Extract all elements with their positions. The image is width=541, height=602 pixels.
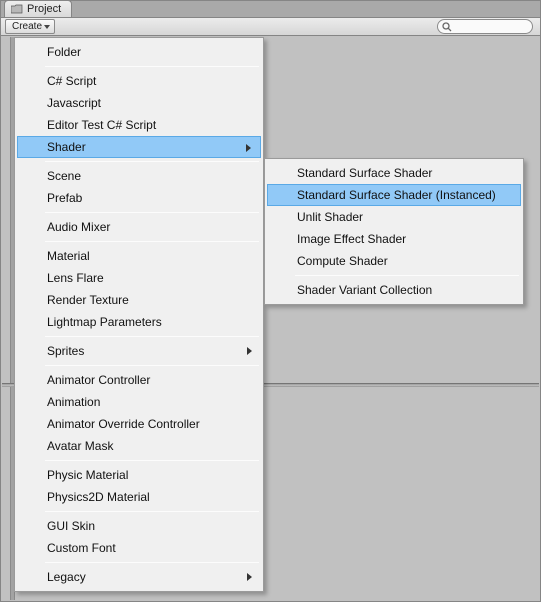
submenu-item-unlit-shader[interactable]: Unlit Shader [267, 206, 521, 228]
menu-separator [45, 212, 259, 213]
menu-item-custom-font[interactable]: Custom Font [17, 537, 261, 559]
toolbar: Create [1, 18, 540, 36]
menu-item-animator-controller[interactable]: Animator Controller [17, 369, 261, 391]
menu-item-csharp-script[interactable]: C# Script [17, 70, 261, 92]
menu-item-editor-test-script[interactable]: Editor Test C# Script [17, 114, 261, 136]
menu-separator [45, 460, 259, 461]
create-menu: Folder C# Script Javascript Editor Test … [14, 37, 264, 592]
menu-item-lightmap-parameters[interactable]: Lightmap Parameters [17, 311, 261, 333]
menu-item-lens-flare[interactable]: Lens Flare [17, 267, 261, 289]
tab-project[interactable]: Project [4, 0, 72, 17]
tab-label: Project [27, 3, 61, 15]
menu-item-animator-override-controller[interactable]: Animator Override Controller [17, 413, 261, 435]
menu-separator [45, 161, 259, 162]
menu-item-prefab[interactable]: Prefab [17, 187, 261, 209]
submenu-item-image-effect-shader[interactable]: Image Effect Shader [267, 228, 521, 250]
submenu-item-compute-shader[interactable]: Compute Shader [267, 250, 521, 272]
menu-item-physic-material[interactable]: Physic Material [17, 464, 261, 486]
menu-item-scene[interactable]: Scene [17, 165, 261, 187]
menu-item-animation[interactable]: Animation [17, 391, 261, 413]
menu-item-folder[interactable]: Folder [17, 41, 261, 63]
menu-item-sprites[interactable]: Sprites [17, 340, 261, 362]
menu-separator [295, 275, 519, 276]
create-button[interactable]: Create [5, 19, 55, 34]
menu-separator [45, 336, 259, 337]
search-input[interactable] [437, 19, 533, 34]
menu-item-render-texture[interactable]: Render Texture [17, 289, 261, 311]
menu-separator [45, 365, 259, 366]
shader-submenu: Standard Surface Shader Standard Surface… [264, 158, 524, 305]
menu-item-shader[interactable]: Shader [17, 136, 261, 158]
create-label: Create [12, 21, 42, 32]
project-panel: Project Create Folder C# Script Javascri… [0, 0, 541, 602]
tab-strip: Project [1, 1, 540, 18]
menu-item-legacy[interactable]: Legacy [17, 566, 261, 588]
menu-separator [45, 562, 259, 563]
submenu-item-shader-variant-collection[interactable]: Shader Variant Collection [267, 279, 521, 301]
menu-item-avatar-mask[interactable]: Avatar Mask [17, 435, 261, 457]
submenu-item-standard-surface-shader[interactable]: Standard Surface Shader [267, 162, 521, 184]
menu-separator [45, 511, 259, 512]
folder-icon [11, 4, 23, 14]
menu-item-physics2d-material[interactable]: Physics2D Material [17, 486, 261, 508]
search-icon [442, 22, 452, 32]
menu-item-javascript[interactable]: Javascript [17, 92, 261, 114]
menu-item-gui-skin[interactable]: GUI Skin [17, 515, 261, 537]
submenu-item-standard-surface-shader-instanced[interactable]: Standard Surface Shader (Instanced) [267, 184, 521, 206]
menu-item-material[interactable]: Material [17, 245, 261, 267]
menu-separator [45, 66, 259, 67]
menu-separator [45, 241, 259, 242]
menu-item-audio-mixer[interactable]: Audio Mixer [17, 216, 261, 238]
